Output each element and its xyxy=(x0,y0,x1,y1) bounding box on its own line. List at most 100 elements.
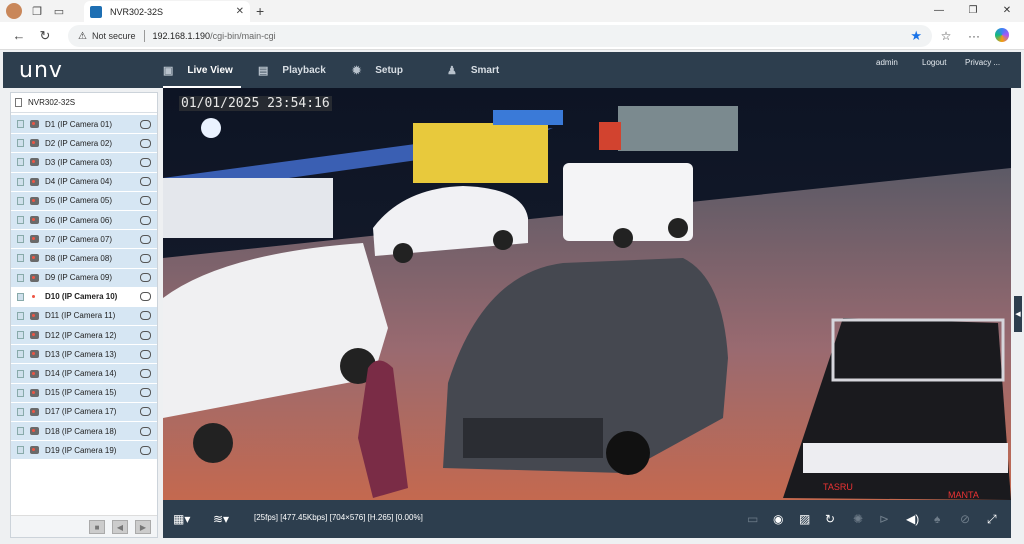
camera-item[interactable]: D13 (IP Camera 13) xyxy=(11,345,157,365)
snapshot-icon[interactable]: ◉ xyxy=(773,512,783,526)
logout-link[interactable]: Logout xyxy=(922,58,946,67)
record-status-icon[interactable] xyxy=(140,234,151,244)
tab-actions-icon[interactable]: ▭ xyxy=(52,4,66,18)
zoom-icon[interactable]: ⊳ xyxy=(879,512,889,526)
camera-checkbox[interactable] xyxy=(17,120,24,129)
camera-checkbox[interactable] xyxy=(17,196,24,205)
talk-icon[interactable]: ♠ xyxy=(934,512,940,526)
camera-item[interactable]: D6 (IP Camera 06) xyxy=(11,210,157,231)
close-window-icon[interactable]: ✕ xyxy=(990,0,1024,22)
warning-icon[interactable]: ⚠ xyxy=(78,31,87,42)
camera-item[interactable]: D2 (IP Camera 02) xyxy=(11,134,157,154)
device-node[interactable]: NVR302-32S xyxy=(11,93,157,113)
camera-checkbox[interactable] xyxy=(17,158,24,167)
profile-avatar[interactable] xyxy=(6,3,22,19)
light-icon[interactable]: ✺ xyxy=(853,512,863,526)
camera-item[interactable]: D4 (IP Camera 04) xyxy=(11,172,157,192)
security-label[interactable]: Not secure xyxy=(92,31,136,41)
record-status-icon[interactable] xyxy=(140,388,151,398)
camera-checkbox[interactable] xyxy=(17,388,24,397)
record-clip-icon[interactable]: ▨ xyxy=(799,512,810,526)
stream-select-icon[interactable]: ≋▾ xyxy=(213,512,229,526)
side-panel-toggle[interactable]: ◀ xyxy=(1014,296,1022,332)
record-status-icon[interactable] xyxy=(140,215,151,225)
camera-item[interactable]: D9 (IP Camera 09) xyxy=(11,268,157,288)
record-status-icon[interactable] xyxy=(140,407,151,417)
camera-checkbox[interactable] xyxy=(17,139,24,148)
close-tab-icon[interactable]: ✕ xyxy=(236,6,244,17)
camera-item[interactable]: D12 (IP Camera 12) xyxy=(11,326,157,346)
prev-page-button[interactable]: ◀ xyxy=(112,520,128,534)
record-status-icon[interactable] xyxy=(140,157,151,167)
nav-playback[interactable]: ▤ Playback xyxy=(258,52,326,88)
camera-label: D19 (IP Camera 19) xyxy=(45,445,117,455)
camera-checkbox[interactable] xyxy=(17,350,24,359)
camera-item[interactable]: D10 (IP Camera 10) xyxy=(11,287,157,307)
record-status-icon[interactable] xyxy=(140,273,151,283)
camera-item[interactable]: D3 (IP Camera 03) xyxy=(11,153,157,173)
camera-item[interactable]: D8 (IP Camera 08) xyxy=(11,249,157,269)
record-status-icon[interactable] xyxy=(140,119,151,129)
back-icon[interactable]: ← xyxy=(12,28,26,43)
next-page-button[interactable]: ▶ xyxy=(135,520,151,534)
minimize-icon[interactable]: — xyxy=(922,0,956,22)
fullscreen-icon[interactable]: ⤢ xyxy=(987,512,997,527)
camera-item[interactable]: D11 (IP Camera 11) xyxy=(11,306,157,327)
nav-setup[interactable]: ✹ Setup xyxy=(352,52,403,88)
camera-item[interactable]: D5 (IP Camera 05) xyxy=(11,191,157,211)
record-status-icon[interactable] xyxy=(140,311,151,321)
record-status-icon[interactable] xyxy=(140,292,151,302)
record-status-icon[interactable] xyxy=(140,349,151,359)
camera-checkbox[interactable] xyxy=(17,254,24,263)
maximize-icon[interactable]: ❐ xyxy=(956,0,990,22)
url-field[interactable]: ⚠ Not secure 192.168.1.190 /cgi-bin/main… xyxy=(68,25,932,47)
digital-zoom-icon[interactable]: ⊘ xyxy=(960,512,970,526)
stop-all-button[interactable]: ■ xyxy=(89,520,105,534)
camera-checkbox[interactable] xyxy=(17,369,24,378)
nav-live-view[interactable]: ▣ Live View xyxy=(163,52,233,88)
audio-icon[interactable]: ◀) xyxy=(906,512,919,526)
browser-tab[interactable]: NVR302-32S ✕ xyxy=(84,1,250,22)
camera-checkbox[interactable] xyxy=(17,331,24,340)
camera-checkbox[interactable] xyxy=(17,446,24,455)
camera-checkbox[interactable] xyxy=(17,292,24,301)
record-status-icon[interactable] xyxy=(140,330,151,340)
camera-item[interactable]: D7 (IP Camera 07) xyxy=(11,230,157,250)
record-status-icon[interactable] xyxy=(140,177,151,187)
camera-item[interactable]: D14 (IP Camera 14) xyxy=(11,364,157,384)
record-status-icon[interactable] xyxy=(140,138,151,148)
copilot-icon[interactable] xyxy=(988,27,1016,45)
favorites-icon[interactable]: ☆ xyxy=(932,29,960,43)
user-name[interactable]: admin xyxy=(876,58,898,67)
nav-smart[interactable]: ♟ Smart xyxy=(447,52,499,88)
camera-checkbox[interactable] xyxy=(17,311,24,320)
camera-checkbox[interactable] xyxy=(17,177,24,186)
camera-checkbox[interactable] xyxy=(17,427,24,436)
camera-item[interactable]: D17 (IP Camera 17) xyxy=(11,402,157,422)
record-status-icon[interactable] xyxy=(140,196,151,206)
privacy-link[interactable]: Privacy ... xyxy=(965,58,1000,67)
camera-item[interactable]: D1 (IP Camera 01) xyxy=(11,115,157,135)
camera-item[interactable]: D19 (IP Camera 19) xyxy=(11,441,157,461)
ptz-icon[interactable]: ↻ xyxy=(825,512,835,526)
new-tab-icon[interactable]: + xyxy=(256,3,264,19)
camera-checkbox[interactable] xyxy=(17,273,24,282)
camera-checkbox[interactable] xyxy=(17,235,24,244)
stream-info: [25fps] [477.45Kbps] [704×576] [H.265] [… xyxy=(254,513,423,522)
more-icon[interactable]: ··· xyxy=(960,29,988,43)
record-status-icon[interactable] xyxy=(140,253,151,263)
favorite-star-icon[interactable]: ★ xyxy=(910,28,922,44)
camera-label: D4 (IP Camera 04) xyxy=(45,177,112,187)
live-video-feed[interactable]: TASRU MANTA 01/01/2025 23:54:16 xyxy=(163,88,1011,500)
record-status-icon[interactable] xyxy=(140,445,151,455)
camera-checkbox[interactable] xyxy=(17,407,24,416)
screen-icon[interactable]: ▭ xyxy=(747,512,758,526)
camera-checkbox[interactable] xyxy=(17,216,24,225)
camera-item[interactable]: D15 (IP Camera 15) xyxy=(11,383,157,403)
refresh-icon[interactable]: ↻ xyxy=(38,28,52,44)
record-status-icon[interactable] xyxy=(140,426,151,436)
camera-item[interactable]: D18 (IP Camera 18) xyxy=(11,422,157,442)
record-status-icon[interactable] xyxy=(140,369,151,379)
layout-grid-icon[interactable]: ▦▾ xyxy=(173,512,190,526)
workspaces-icon[interactable]: ❐ xyxy=(30,4,44,18)
